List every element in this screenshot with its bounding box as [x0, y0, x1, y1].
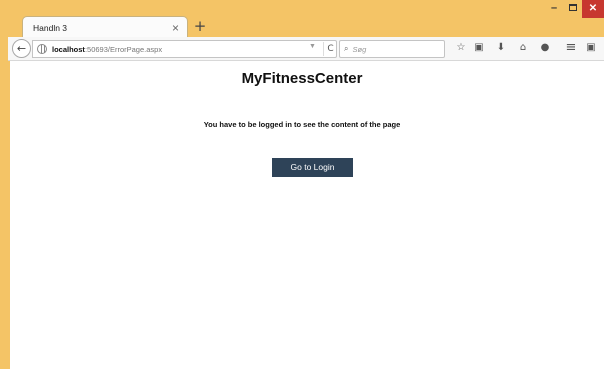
home-icon[interactable]: ⌂	[516, 41, 530, 55]
browser-window: Handln 3 × + – ✕ ← localhost:50693/Error…	[0, 0, 604, 369]
minimize-button[interactable]: –	[544, 0, 564, 18]
login-required-message: You have to be logged in to see the cont…	[203, 120, 401, 129]
close-window-button[interactable]: ✕	[582, 0, 604, 18]
reload-icon[interactable]: C	[323, 42, 337, 56]
url-dropdown-icon[interactable]: ▼	[309, 43, 316, 50]
tab-close-icon[interactable]: ×	[172, 22, 179, 34]
tab-strip: Handln 3 × +	[0, 0, 604, 38]
tab-title: Handln 3	[33, 22, 68, 33]
search-placeholder: Søg	[352, 44, 367, 54]
new-tab-icon[interactable]: +	[192, 18, 208, 34]
maximize-icon	[569, 4, 577, 11]
address-bar[interactable]: localhost:50693/ErrorPage.aspx ▼ C	[32, 40, 337, 58]
page-title: MyFitnessCenter	[241, 70, 363, 87]
addon-icon[interactable]: ▣	[584, 41, 598, 55]
navigation-toolbar: ← localhost:50693/ErrorPage.aspx ▼ C ⌕ S…	[8, 37, 604, 61]
page-content: MyFitnessCenter You have to be logged in…	[10, 61, 604, 369]
back-button[interactable]: ←	[12, 39, 31, 58]
tab-handln-3[interactable]: Handln 3 ×	[22, 16, 188, 38]
url-path: :50693/ErrorPage.aspx	[84, 44, 163, 54]
chat-icon[interactable]: ●	[538, 41, 552, 55]
globe-icon	[37, 44, 47, 54]
menu-icon[interactable]: ≡	[564, 41, 578, 55]
download-icon[interactable]: ⬇	[494, 41, 508, 55]
maximize-button[interactable]	[564, 0, 582, 18]
go-to-login-button[interactable]: Go to Login	[272, 158, 353, 177]
bookmark-star-icon[interactable]: ☆	[454, 41, 468, 55]
url-host: localhost	[52, 44, 85, 54]
clipboard-icon[interactable]: ▣	[472, 41, 486, 55]
search-icon: ⌕	[344, 44, 349, 53]
search-input[interactable]: ⌕ Søg	[339, 40, 445, 58]
